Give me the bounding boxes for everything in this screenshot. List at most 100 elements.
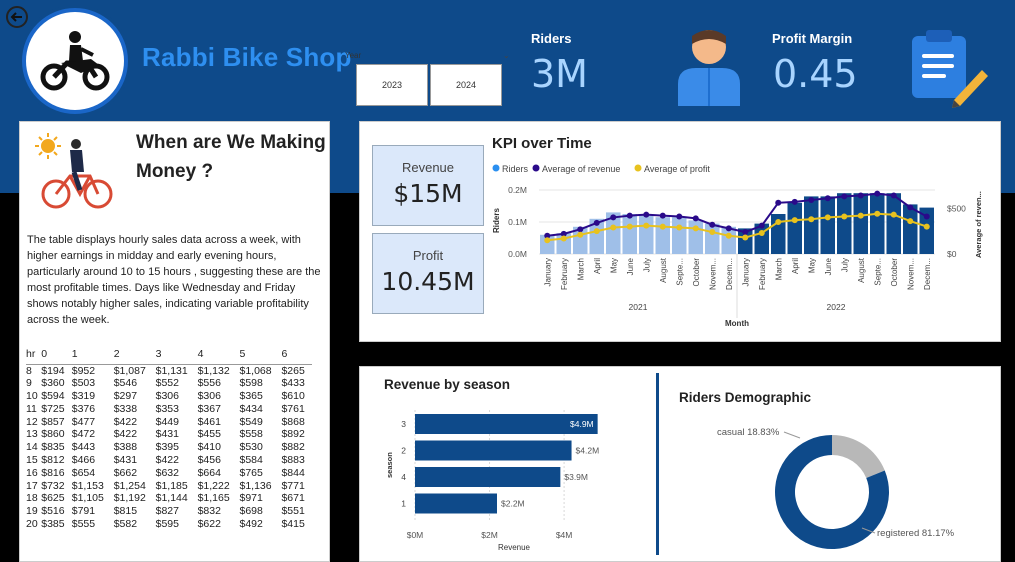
- hourly-sales-table: hr 0 1 2 3 4 5 6 8 $194 $952 $1,087 $1,131 $1,132 $1,…: [26, 344, 312, 531]
- table-cell: $434: [239, 402, 263, 415]
- money-section-title: When are We Making Money ?: [136, 132, 326, 182]
- series-point: [857, 212, 864, 219]
- table-cell: $461: [197, 415, 221, 428]
- table-cell: $265: [281, 364, 305, 377]
- table-column-header: 4: [197, 344, 240, 365]
- table-cell: $1,136: [239, 479, 272, 492]
- series-point: [544, 237, 551, 244]
- table-cell: $552: [155, 377, 179, 390]
- table-cell: $1,144: [155, 492, 188, 505]
- series-point: [610, 224, 617, 231]
- table-cell: $664: [197, 466, 221, 479]
- table-cell: $1,131: [155, 364, 188, 377]
- riders-bar: [787, 202, 802, 254]
- category-label: 4: [401, 472, 406, 482]
- series-point: [907, 204, 914, 211]
- series-point: [709, 221, 716, 228]
- series-point: [758, 222, 765, 229]
- table-row: 17 $732 $1,153 $1,254 $1,185 $1,222 $1,136 $771: [26, 480, 312, 493]
- x-tick-label: Septe...: [873, 258, 882, 286]
- x-tick-label: $4M: [556, 530, 573, 540]
- table-cell: $194: [41, 364, 65, 377]
- table-cell: $827: [155, 505, 179, 518]
- series-point: [577, 226, 584, 233]
- table-cell: $415: [281, 518, 305, 531]
- table-row: 14 $835 $443 $388 $395 $410 $530 $882: [26, 441, 312, 454]
- riders-bar: [886, 193, 901, 254]
- riders-bar: [639, 215, 654, 254]
- divider: [656, 373, 659, 555]
- x-tick-label: August: [857, 257, 866, 283]
- table-cell: $306: [155, 390, 179, 403]
- table-cell: $431: [113, 454, 138, 467]
- series-point: [808, 197, 815, 204]
- table-cell: $844: [281, 466, 305, 479]
- table-cell: $1,087: [113, 364, 146, 377]
- table-cell: $1,185: [155, 479, 188, 492]
- table-cell: $297: [113, 390, 138, 403]
- series-point: [874, 210, 881, 217]
- table-cell: $516: [41, 505, 65, 518]
- x-tick-label: Novem...: [708, 258, 717, 290]
- table-cell: $555: [71, 518, 96, 531]
- table-cell: $1,132: [197, 364, 230, 377]
- series-point: [890, 192, 897, 199]
- series-point: [824, 195, 831, 202]
- slice-label: registered 81.17%: [877, 528, 955, 539]
- table-column-header: 3: [155, 344, 198, 365]
- riders-bar: [837, 193, 852, 254]
- clipboard-pencil-icon: [908, 26, 990, 112]
- money-section-description: The table displays hourly sales data acr…: [27, 234, 321, 326]
- series-point: [808, 216, 815, 223]
- x-axis-label: Revenue: [498, 543, 531, 552]
- legend-marker: [634, 164, 642, 172]
- table-cell: $443: [71, 441, 96, 454]
- year-option-2024[interactable]: 2024: [430, 64, 502, 106]
- table-cell: $353: [155, 402, 179, 415]
- series-point: [560, 235, 567, 242]
- category-label: 2: [401, 446, 406, 456]
- table-cell: $422: [113, 415, 138, 428]
- kpi-over-time-chart: KPI over Time Riders Average of revenue Ave…: [492, 135, 983, 328]
- shop-title: Rabbi Bike Shop: [142, 42, 352, 72]
- table-cell: $791: [71, 505, 96, 518]
- table-cell: $455: [197, 428, 221, 441]
- profit-margin-value: 0.45: [773, 52, 858, 96]
- chart-title: Riders Demographic: [679, 390, 812, 405]
- table-cell: $816: [41, 466, 65, 479]
- table-column-header: 0: [41, 344, 72, 365]
- table-cell: $376: [71, 402, 96, 415]
- table-cell: $594: [41, 390, 65, 403]
- chevron-down-icon[interactable]: ⌄: [503, 51, 510, 60]
- series-point: [874, 190, 881, 197]
- table-row: 18 $625 $1,105 $1,192 $1,144 $1,165 $971 $671: [26, 492, 312, 505]
- table-cell: $662: [113, 466, 138, 479]
- table-cell: $422: [155, 454, 179, 467]
- table-cell: $598: [239, 377, 263, 390]
- series-point: [725, 232, 732, 239]
- table-cell: $868: [281, 415, 305, 428]
- table-cell: $319: [71, 390, 96, 403]
- table-cell: $584: [239, 454, 263, 467]
- x-tick-label: July: [642, 258, 651, 272]
- table-cell: $654: [71, 466, 96, 479]
- back-button[interactable]: [6, 6, 28, 28]
- x-tick-label: April: [593, 258, 602, 274]
- table-cell: $360: [41, 377, 65, 390]
- season-bar: [415, 467, 561, 487]
- series-point: [742, 229, 749, 236]
- year-option-2023[interactable]: 2023: [356, 64, 428, 106]
- table-cell: $551: [281, 505, 305, 518]
- table-row: 8 $194 $952 $1,087 $1,131 $1,132 $1,068 $265: [26, 364, 312, 377]
- label-leader: [783, 431, 801, 439]
- table-cell: $632: [155, 466, 179, 479]
- table-row: 20 $385 $555 $582 $595 $622 $492 $415: [26, 518, 312, 531]
- table-header-row: hr 0 1 2 3 4 5 6: [26, 344, 312, 365]
- y-axis-label: season: [385, 452, 394, 478]
- table-cell: $832: [197, 505, 221, 518]
- table-cell: 10: [26, 390, 38, 403]
- riders-bar: [804, 196, 819, 254]
- table-cell: $610: [281, 390, 305, 403]
- series-point: [824, 214, 831, 221]
- series-point: [676, 213, 683, 220]
